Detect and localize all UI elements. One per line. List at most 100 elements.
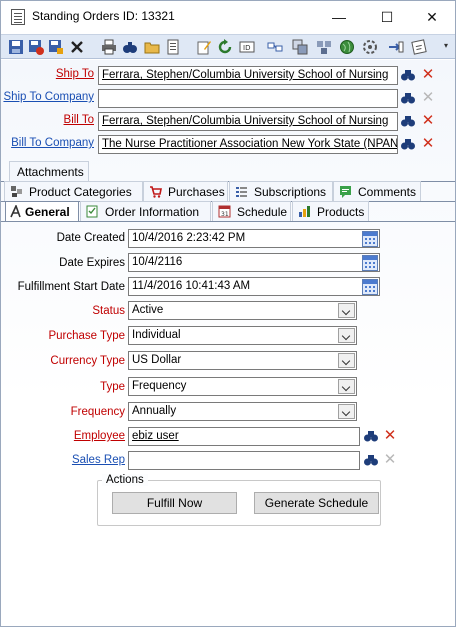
ship-to-link[interactable]: Ship To <box>56 68 94 80</box>
currency-type-label: Currency Type <box>50 355 125 367</box>
minimize-button[interactable]: — <box>316 1 362 33</box>
date-expires-label: Date Expires <box>59 257 125 269</box>
find-icon[interactable] <box>400 136 416 152</box>
list-icon <box>236 187 247 197</box>
link-icon[interactable] <box>267 39 283 55</box>
tab-products[interactable]: Products <box>292 201 369 222</box>
date-created-label: Date Created <box>56 232 125 244</box>
save-icon[interactable] <box>8 39 24 55</box>
svg-text:31: 31 <box>221 211 229 218</box>
tab-general[interactable]: General <box>5 201 79 222</box>
clear-icon: ✕ <box>383 451 397 468</box>
tab-attachments[interactable]: Attachments <box>9 161 89 182</box>
print-icon[interactable] <box>101 39 117 55</box>
ship-to-company-link[interactable]: Ship To Company <box>3 91 94 103</box>
save-new-icon[interactable] <box>48 39 64 55</box>
globe-icon[interactable] <box>339 39 355 55</box>
cart-icon <box>150 186 162 198</box>
calendar-icon[interactable] <box>362 279 378 295</box>
toolbar: ID ▾ <box>1 34 455 59</box>
tab-comments[interactable]: Comments <box>333 181 421 202</box>
chevron-down-icon[interactable] <box>338 404 355 419</box>
purchase-type-label: Purchase Type <box>48 330 125 342</box>
products-chart-icon <box>299 206 310 217</box>
calendar-icon[interactable] <box>362 231 378 247</box>
general-icon <box>10 205 21 218</box>
edit-icon[interactable] <box>196 39 212 55</box>
status-select[interactable]: Active <box>128 301 357 320</box>
bill-to-field[interactable]: Ferrara, Stephen/Columbia University Sch… <box>98 112 398 131</box>
delete-icon[interactable] <box>69 39 85 55</box>
fulfill-now-button[interactable]: Fulfill Now <box>112 492 237 514</box>
ship-to-company-field[interactable] <box>98 89 398 108</box>
tab-schedule[interactable]: 31 Schedule <box>212 201 291 222</box>
generate-schedule-button[interactable]: Generate Schedule <box>254 492 379 514</box>
status-label: Status <box>92 305 125 317</box>
chevron-down-icon[interactable] <box>338 353 355 368</box>
frequency-select[interactable]: Annually <box>128 402 357 421</box>
boxes-icon <box>11 186 22 197</box>
clear-icon[interactable]: ✕ <box>420 113 436 129</box>
purchase-type-select[interactable]: Individual <box>128 326 357 345</box>
find-icon[interactable] <box>400 90 416 106</box>
tab-product-categories[interactable]: Product Categories <box>4 181 143 202</box>
bill-to-company-link[interactable]: Bill To Company <box>11 137 94 149</box>
date-created-field[interactable]: 10/4/2016 2:23:42 PM <box>128 229 380 248</box>
copy-icon[interactable] <box>292 39 308 55</box>
actions-group-title: Actions <box>102 474 148 486</box>
id-icon[interactable]: ID <box>239 39 255 55</box>
standing-orders-window: Standing Orders ID: 13321 — ☐ ✕ ID ▾ Shi… <box>0 0 456 627</box>
comment-icon <box>340 186 351 198</box>
main-panel: Ship To Ferrara, Stephen/Columbia Univer… <box>1 60 455 626</box>
chevron-down-icon[interactable] <box>338 303 355 318</box>
report-icon[interactable] <box>165 39 181 55</box>
employee-field[interactable]: ebiz user <box>128 427 360 446</box>
bill-to-link[interactable]: Bill To <box>64 114 94 126</box>
tab-divider <box>1 221 455 222</box>
clear-icon[interactable]: ✕ <box>420 136 436 152</box>
bill-to-company-field[interactable]: The Nurse Practitioner Association New Y… <box>98 135 398 154</box>
notes-icon[interactable] <box>411 39 427 55</box>
open-folder-icon[interactable] <box>144 39 160 55</box>
calendar-icon: 31 <box>218 205 231 218</box>
employee-link[interactable]: Employee <box>74 430 125 442</box>
toolbar-overflow-icon[interactable]: ▾ <box>444 41 452 53</box>
find-icon[interactable] <box>122 39 138 55</box>
save-close-icon[interactable] <box>28 39 44 55</box>
clear-icon[interactable]: ✕ <box>382 428 398 444</box>
sales-rep-field[interactable] <box>128 451 360 470</box>
ship-to-field[interactable]: Ferrara, Stephen/Columbia University Sch… <box>98 66 398 85</box>
tab-subscriptions[interactable]: Subscriptions <box>229 181 333 202</box>
find-icon[interactable] <box>363 428 379 444</box>
sales-rep-link[interactable]: Sales Rep <box>72 454 125 466</box>
find-icon[interactable] <box>400 113 416 129</box>
import-icon[interactable] <box>388 39 404 55</box>
document-icon <box>11 9 25 25</box>
tab-purchases[interactable]: Purchases <box>143 181 228 202</box>
title-bar: Standing Orders ID: 13321 — ☐ ✕ <box>1 1 455 33</box>
clear-icon: ✕ <box>421 89 435 106</box>
chevron-down-icon[interactable] <box>338 379 355 394</box>
clear-icon[interactable]: ✕ <box>420 67 436 83</box>
settings-icon[interactable] <box>362 39 378 55</box>
calendar-icon[interactable] <box>362 255 378 271</box>
svg-text:ID: ID <box>243 44 250 52</box>
order-icon <box>86 205 98 218</box>
form-content: Ship To Ferrara, Stephen/Columbia Univer… <box>1 60 455 626</box>
fulfillment-start-date-label: Fulfillment Start Date <box>17 281 125 293</box>
fulfillment-start-date-field[interactable]: 11/4/2016 10:41:43 AM <box>128 277 380 296</box>
frequency-label: Frequency <box>70 406 125 418</box>
chevron-down-icon[interactable] <box>338 328 355 343</box>
refresh-icon[interactable] <box>217 39 233 55</box>
maximize-button[interactable]: ☐ <box>364 1 410 33</box>
find-icon[interactable] <box>400 67 416 83</box>
type-label: Type <box>100 381 125 393</box>
tab-order-information[interactable]: Order Information <box>80 201 211 222</box>
currency-type-select[interactable]: US Dollar <box>128 351 357 370</box>
find-icon[interactable] <box>363 452 379 468</box>
type-select[interactable]: Frequency <box>128 377 357 396</box>
window-title: Standing Orders ID: 13321 <box>32 9 175 23</box>
schedule-grid-icon[interactable] <box>316 39 332 55</box>
close-button[interactable]: ✕ <box>409 1 455 33</box>
date-expires-field[interactable]: 10/4/2116 <box>128 253 380 272</box>
